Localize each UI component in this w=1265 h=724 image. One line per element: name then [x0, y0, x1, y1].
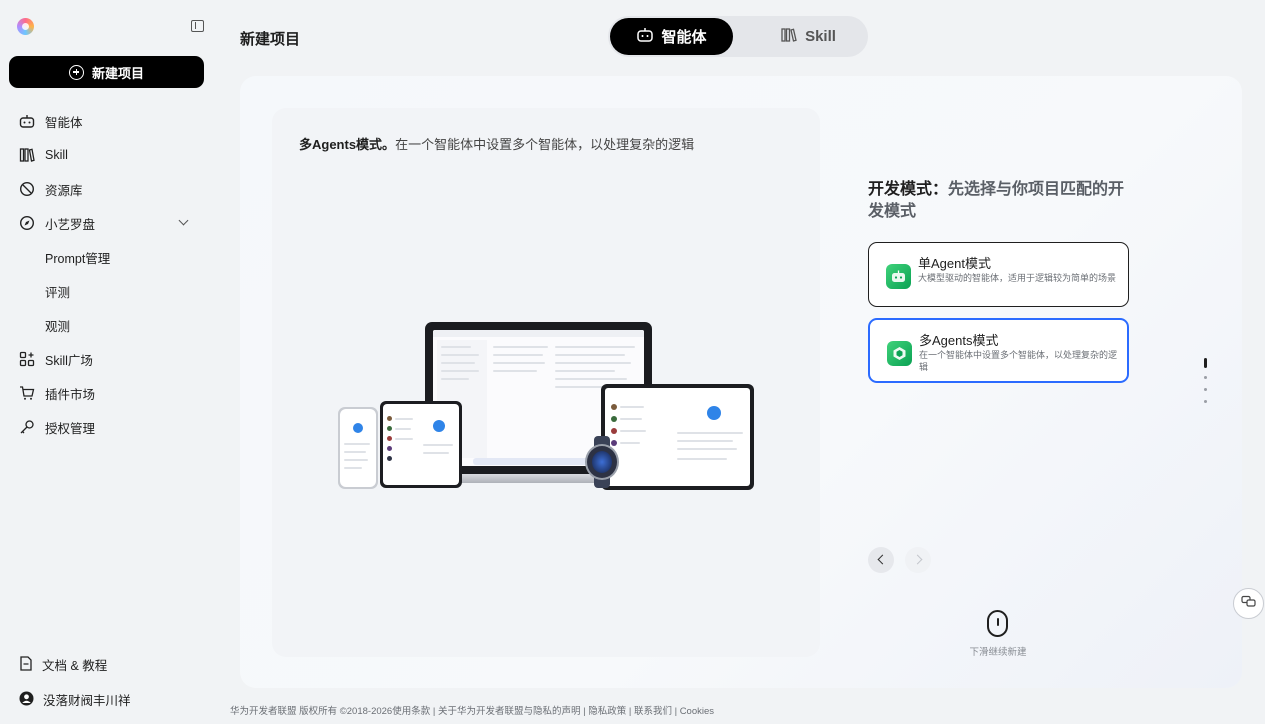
books-icon: [19, 147, 35, 163]
sidebar-item-resources[interactable]: 资源库: [0, 172, 213, 206]
dev-mode-title-bold: 开发模式：: [868, 181, 949, 198]
page-indicator-dot[interactable]: [1204, 376, 1207, 379]
docs-label: 文档 & 教程: [42, 659, 108, 673]
sidebar-item-evaluation[interactable]: 评测: [0, 274, 213, 308]
key-icon: [19, 419, 35, 435]
tab-label: Skill: [805, 28, 836, 45]
sidebar-item-plugin-market[interactable]: 插件市场: [0, 376, 213, 410]
leaf-icon: [19, 181, 35, 197]
multi-agents-option[interactable]: 多Agents模式 在一个智能体中设置多个智能体，以处理复杂的逻辑: [868, 318, 1129, 383]
multi-agent-icon: [887, 341, 912, 366]
option-description: 大模型驱动的智能体，适用于逻辑较为简单的场景: [918, 273, 1117, 283]
sidebar-item-label: Skill广场: [45, 353, 93, 368]
sidebar-item-label: Skill: [45, 148, 68, 162]
sidebar-item-observation[interactable]: 观测: [0, 308, 213, 342]
robot-icon: [19, 113, 35, 129]
tab-agent[interactable]: 智能体: [610, 18, 733, 55]
page-indicator-dot[interactable]: [1204, 400, 1207, 403]
avatar: [19, 691, 34, 709]
tab-skill[interactable]: Skill: [758, 18, 858, 55]
chevron-down-icon[interactable]: [178, 215, 189, 226]
scroll-hint-text: 下滑继续新建: [969, 647, 1027, 658]
app-logo[interactable]: [17, 18, 34, 35]
sidebar-item-label: 智能体: [45, 115, 83, 130]
grid-plus-icon: [19, 351, 35, 367]
mouse-scroll-icon: [987, 610, 1008, 637]
sidebar-item-label: Prompt管理: [45, 251, 111, 266]
single-agent-option[interactable]: 单Agent模式 大模型驱动的智能体，适用于逻辑较为简单的场景: [868, 242, 1129, 307]
foldable-device: [380, 401, 462, 488]
next-arrow-button[interactable]: [905, 547, 931, 573]
sidebar-item-label: 小艺罗盘: [45, 217, 96, 232]
sidebar: 新建项目 智能体 Skill 资源库 小艺罗盘 Prompt管理 评测 观测 S…: [0, 0, 213, 724]
option-title: 单Agent模式: [918, 256, 991, 271]
option-description: 在一个智能体中设置多个智能体，以处理复杂的逻辑: [919, 350, 1118, 372]
sidebar-item-label: 授权管理: [45, 421, 96, 436]
tab-label: 智能体: [661, 29, 707, 46]
page-indicator[interactable]: [1204, 358, 1208, 412]
preview-caption: 多Agents模式。在一个智能体中设置多个智能体，以处理复杂的逻辑: [299, 134, 694, 153]
books-icon: [780, 27, 798, 47]
sidebar-item-label: 插件市场: [45, 387, 96, 402]
dev-mode-title: 开发模式：先选择与你项目匹配的开发模式: [868, 179, 1138, 223]
prev-arrow-button[interactable]: [868, 547, 894, 573]
feedback-button[interactable]: [1233, 588, 1264, 619]
sidebar-item-label: 资源库: [45, 183, 83, 198]
sidebar-item-compass[interactable]: 小艺罗盘: [0, 206, 213, 240]
document-icon: [19, 655, 33, 674]
chat-bubbles-icon: [1241, 595, 1256, 613]
footer-text: 华为开发者联盟 版权所有 ©2018-2026使用条款 | 关于华为开发者联盟与…: [230, 706, 715, 717]
sidebar-item-skill-plaza[interactable]: Skill广场: [0, 342, 213, 376]
docs-link[interactable]: 文档 & 教程: [19, 655, 107, 674]
user-profile[interactable]: 没落财阀丰川祥: [19, 690, 131, 709]
preview-caption-title: 多Agents模式。: [299, 137, 396, 152]
robot-icon: [636, 27, 654, 47]
sidebar-item-prompt[interactable]: Prompt管理: [0, 240, 213, 274]
user-name: 没落财阀丰川祥: [43, 694, 131, 708]
sidebar-item-agent[interactable]: 智能体: [0, 104, 213, 138]
compass-icon: [19, 215, 35, 231]
sidebar-collapse-icon[interactable]: [191, 20, 204, 32]
page-title: 新建项目: [240, 31, 301, 48]
plus-circle-icon: [68, 64, 84, 80]
robot-icon: [886, 264, 911, 289]
page-indicator-active[interactable]: [1204, 358, 1207, 368]
sidebar-item-label: 观测: [45, 319, 71, 334]
mode-switch: 智能体 Skill: [608, 16, 868, 57]
sidebar-item-authorization[interactable]: 授权管理: [0, 410, 213, 444]
tablet-device: [601, 384, 754, 490]
sidebar-item-label: 评测: [45, 285, 71, 300]
option-title: 多Agents模式: [919, 333, 999, 348]
page-indicator-dot[interactable]: [1204, 388, 1207, 391]
phone-device: [338, 407, 378, 489]
preview-caption-text: 在一个智能体中设置多个智能体，以处理复杂的逻辑: [395, 137, 695, 152]
new-project-label: 新建项目: [91, 65, 144, 81]
sidebar-item-skill[interactable]: Skill: [0, 138, 213, 172]
cart-icon: [19, 385, 35, 401]
smartwatch-device: [585, 436, 619, 488]
new-project-button[interactable]: 新建项目: [9, 56, 204, 88]
